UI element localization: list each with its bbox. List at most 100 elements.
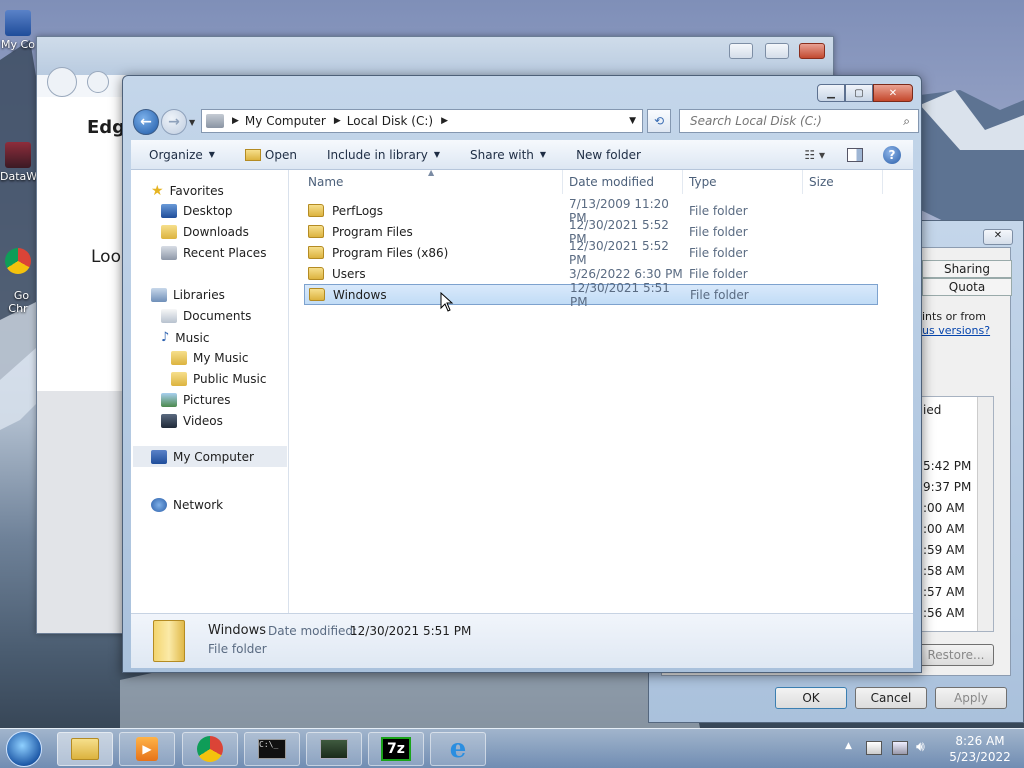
file-list: ▲ Name Date modified Type Size PerfLogs 7…	[290, 168, 913, 613]
nav-desktop[interactable]: Desktop	[161, 204, 233, 218]
desktop-icon	[161, 204, 177, 218]
close-button[interactable]: ✕	[983, 229, 1013, 245]
file-name: Users	[332, 266, 366, 281]
include-in-library-menu[interactable]: Include in library ▼	[327, 148, 440, 162]
cancel-button[interactable]: Cancel	[855, 687, 927, 709]
taskbar-task-manager[interactable]	[306, 732, 362, 766]
breadcrumb-local-disk[interactable]: Local Disk (C:)	[347, 114, 433, 128]
desktop-icon-dataw[interactable]: DataW	[0, 142, 37, 183]
nav-documents[interactable]: Documents	[161, 309, 251, 323]
column-header-name[interactable]: Name	[302, 170, 563, 194]
nav-network[interactable]: Network	[151, 498, 223, 512]
scrollbar[interactable]	[977, 397, 993, 631]
details-name: Windows	[208, 623, 267, 638]
search-input[interactable]	[688, 113, 904, 129]
back-icon[interactable]	[47, 67, 77, 97]
help-icon[interactable]: ?	[883, 145, 901, 164]
new-folder-button[interactable]: New folder	[576, 148, 641, 162]
desktop-icon-chrome[interactable]: Go Chr	[0, 222, 36, 315]
maximize-button[interactable]	[765, 43, 789, 59]
show-hidden-icons-icon[interactable]: ▲	[845, 741, 852, 751]
file-row[interactable]: Program Files (x86) 12/30/2021 5:52 PM Fil…	[304, 239, 878, 267]
volume-icon[interactable]: 🔊︎	[916, 739, 925, 755]
chevron-right-icon[interactable]: ▶	[441, 116, 448, 126]
column-header-type[interactable]: Type	[683, 170, 803, 194]
tab-sharing[interactable]: Sharing	[922, 260, 1012, 278]
maximize-button[interactable]: ▢	[845, 84, 873, 102]
nav-videos[interactable]: Videos	[161, 414, 223, 428]
open-button[interactable]: Open	[244, 148, 297, 162]
taskbar-explorer[interactable]	[57, 732, 113, 766]
back-button[interactable]: ←	[133, 109, 159, 135]
chevron-right-icon[interactable]: ▶	[232, 116, 239, 126]
action-center-icon[interactable]	[866, 741, 882, 755]
version-time: :56 AM	[923, 606, 965, 620]
details-date-label: Date modified:	[268, 624, 358, 638]
address-bar[interactable]: ▶ My Computer ▶ Local Disk (C:) ▶ ▼	[201, 109, 643, 133]
start-button[interactable]	[6, 731, 42, 767]
minimize-button[interactable]: ▁	[817, 84, 845, 102]
chevron-right-icon[interactable]: ▶	[334, 116, 341, 126]
taskbar-media-player[interactable]: ▶	[119, 732, 175, 766]
taskbar-chrome[interactable]	[182, 732, 238, 766]
taskbar-7zip[interactable]: 7z	[368, 732, 424, 766]
column-header-date[interactable]: Date modified	[563, 170, 683, 194]
page-grey-area	[37, 391, 127, 633]
recent-pages-dropdown[interactable]: ▼	[189, 118, 195, 127]
minimize-button[interactable]	[729, 43, 753, 59]
version-time: :57 AM	[923, 585, 965, 599]
explorer-window[interactable]: ▁ ▢ ✕ ← → ▼ ▶ My Computer ▶ Local Disk (…	[122, 75, 922, 673]
nav-my-computer[interactable]: My Computer	[133, 446, 287, 467]
nav-recent-places[interactable]: Recent Places	[161, 246, 266, 260]
file-date: 3/26/2022 6:30 PM	[569, 266, 683, 281]
restore-button[interactable]: Restore...	[918, 644, 994, 666]
share-with-menu[interactable]: Share with ▼	[470, 148, 546, 162]
nav-public-music[interactable]: Public Music	[171, 372, 266, 386]
search-box[interactable]: ⌕	[679, 109, 919, 133]
column-header-size[interactable]: Size	[803, 170, 883, 194]
nav-pictures[interactable]: Pictures	[161, 393, 231, 407]
command-prompt-icon: C:\_	[258, 739, 286, 759]
folder-icon	[308, 267, 324, 280]
forward-button[interactable]: →	[161, 109, 187, 135]
taskbar-cmd[interactable]: C:\_	[244, 732, 300, 766]
nav-libraries[interactable]: Libraries	[151, 288, 225, 302]
ok-button[interactable]: OK	[775, 687, 847, 709]
drive-icon	[206, 114, 224, 128]
nav-my-music[interactable]: My Music	[171, 351, 248, 365]
folder-open-icon	[244, 148, 261, 161]
file-name: PerfLogs	[332, 203, 384, 218]
version-time: 5:42 PM	[923, 459, 972, 473]
preview-pane-icon[interactable]	[847, 147, 863, 162]
nav-music[interactable]: ♪ Music	[161, 330, 209, 345]
previous-versions-link[interactable]: us versions?	[922, 324, 990, 337]
desktop-icon-my-computer[interactable]: My Co	[0, 10, 36, 51]
clock[interactable]: 8:26 AM 5/23/2022	[942, 733, 1018, 765]
list-header: ied	[923, 403, 942, 417]
view-options-icon[interactable]: ☷ ▾	[804, 148, 825, 162]
nav-downloads[interactable]: Downloads	[161, 225, 249, 239]
taskbar: ▶ C:\_ 7z e ▲ 🔊︎ 8:26 AM 5/23/2022	[0, 728, 1024, 768]
file-type: File folder	[689, 245, 748, 260]
organize-menu[interactable]: Organize ▼	[149, 148, 215, 162]
forward-icon[interactable]	[87, 71, 109, 93]
network-tray-icon[interactable]	[892, 741, 908, 755]
close-button[interactable]	[799, 43, 825, 59]
address-dropdown-icon[interactable]: ▼	[629, 116, 636, 126]
apply-button[interactable]: Apply	[935, 687, 1007, 709]
versions-list[interactable]: ied 5:42 PM 9:37 PM:00 AM:00 AM:59 AM:58 …	[918, 396, 994, 632]
version-time: :00 AM	[923, 501, 965, 515]
close-button[interactable]: ✕	[873, 84, 913, 102]
tab-quota[interactable]: Quota	[922, 278, 1012, 296]
computer-icon	[151, 449, 167, 464]
navigation-bar: ← → ▼ ▶ My Computer ▶ Local Disk (C:) ▶ …	[131, 106, 919, 136]
nav-favorites[interactable]: ★ Favorites	[151, 183, 224, 199]
window-frame	[37, 37, 833, 75]
large-folder-icon	[153, 620, 185, 662]
search-icon[interactable]: ⌕	[903, 114, 910, 129]
file-row[interactable]: Windows 12/30/2021 5:51 PM File folder	[304, 281, 878, 309]
refresh-button[interactable]: ⟲	[647, 109, 671, 133]
taskbar-internet-explorer[interactable]: e	[430, 732, 486, 766]
file-name: Program Files (x86)	[332, 245, 449, 260]
breadcrumb-my-computer[interactable]: My Computer	[245, 114, 326, 128]
